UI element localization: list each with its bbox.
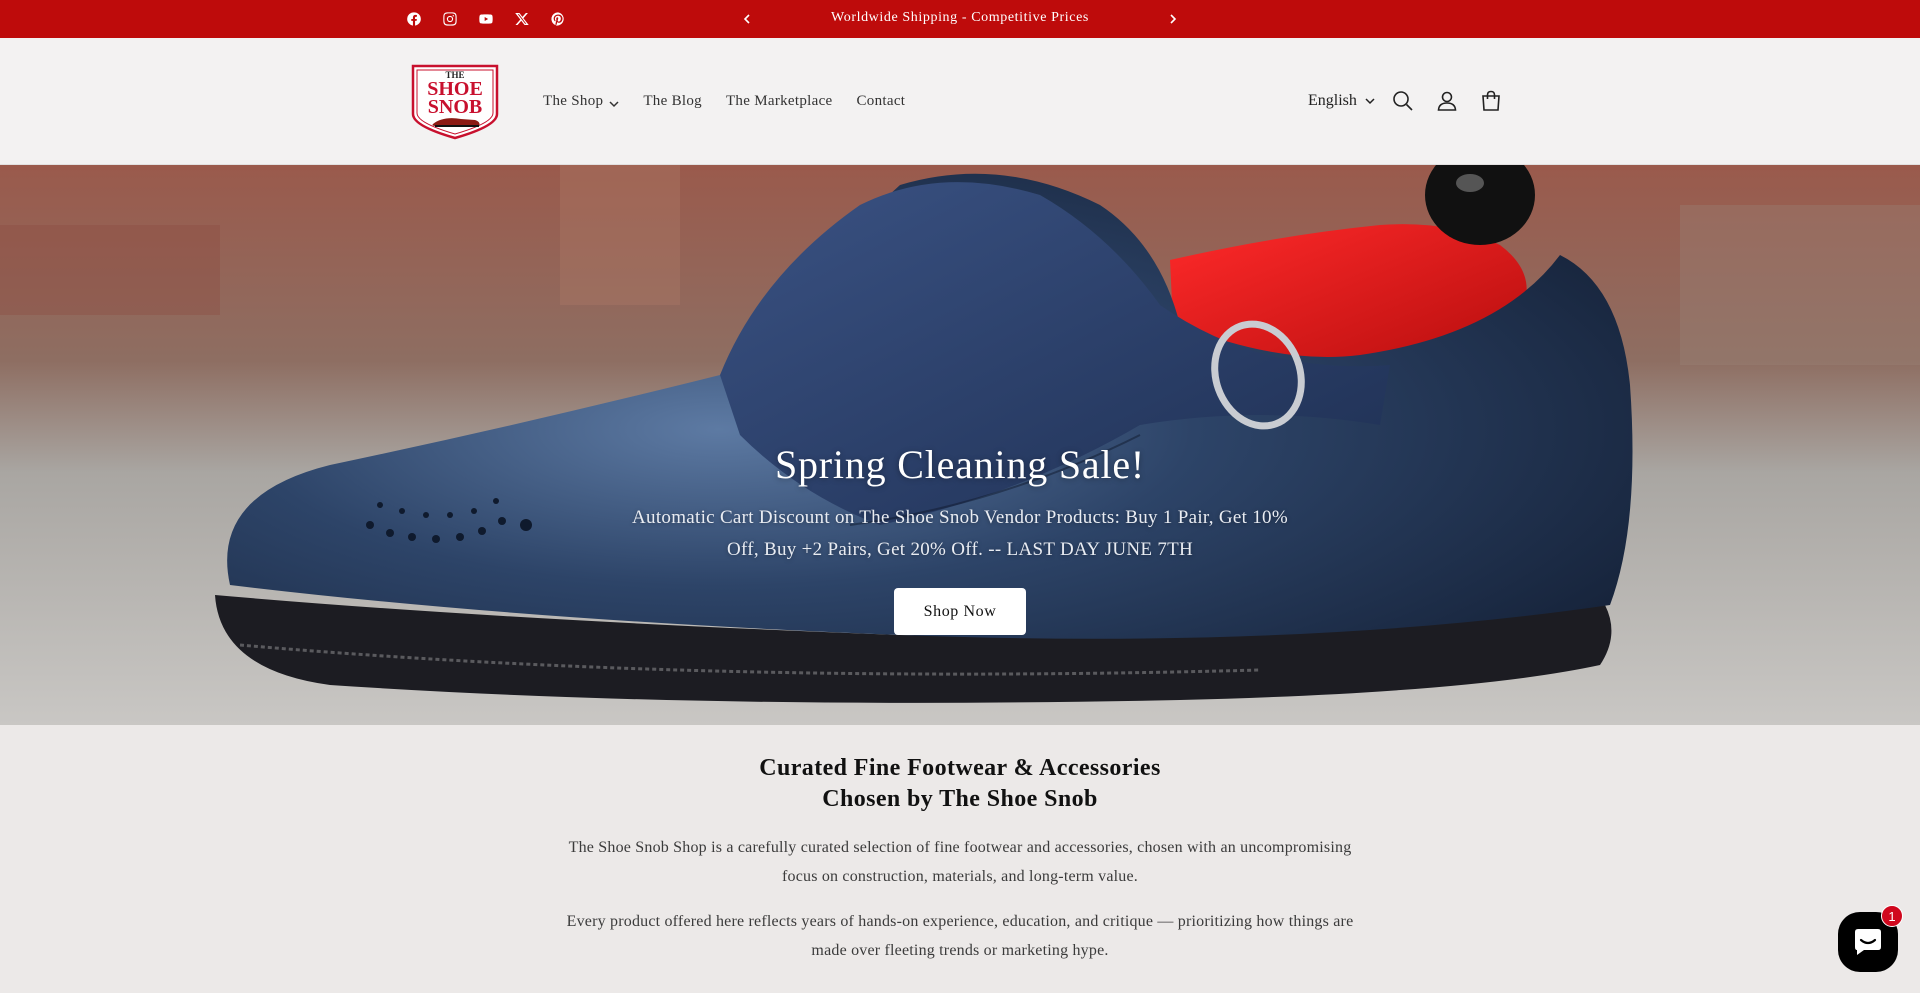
account-button[interactable] (1435, 89, 1461, 115)
logo-text-snob: SNOB (428, 96, 482, 118)
hero-subtitle: Automatic Cart Discount on The Shoe Snob… (632, 507, 1288, 560)
chevron-down-icon (609, 97, 619, 107)
x-icon[interactable] (512, 9, 532, 29)
intro-heading-line2: Chosen by The Shoe Snob (822, 786, 1098, 812)
nav-item-label: The Shop (543, 93, 604, 109)
logo[interactable]: THE SHOE SNOB (409, 62, 501, 142)
search-button[interactable] (1391, 89, 1417, 115)
hero-banner: Spring Cleaning Sale! Automatic Cart Dis… (0, 165, 1920, 725)
youtube-icon[interactable] (476, 9, 496, 29)
site-header: THE SHOE SNOB The Shop The Blog The Mark… (0, 38, 1920, 165)
intro-paragraph-1: The Shoe Snob Shop is a carefully curate… (568, 839, 1352, 885)
announcement-prev-button[interactable] (737, 9, 757, 29)
chat-notification-badge: 1 (1881, 905, 1903, 927)
nav-item-the-marketplace[interactable]: The Marketplace (714, 93, 845, 110)
social-links (404, 0, 568, 38)
language-selector[interactable]: English (1308, 88, 1375, 114)
nav-item-contact[interactable]: Contact (845, 93, 918, 110)
shop-now-button[interactable]: Shop Now (894, 588, 1026, 635)
hero-title: Spring Cleaning Sale! (774, 442, 1146, 487)
chevron-left-icon (743, 14, 750, 24)
pinterest-icon[interactable] (548, 9, 568, 29)
announcement-bar: Worldwide Shipping - Competitive Prices (0, 0, 1920, 38)
hero-content: Spring Cleaning Sale! Automatic Cart Dis… (0, 165, 1920, 725)
announcement-text: Worldwide Shipping - Competitive Prices (831, 10, 1089, 25)
facebook-icon[interactable] (404, 9, 424, 29)
chevron-down-icon (1365, 98, 1375, 105)
account-icon (1437, 91, 1457, 111)
cart-button[interactable] (1479, 89, 1505, 115)
intro-heading-line1: Curated Fine Footwear & Accessories (759, 755, 1161, 781)
search-icon (1393, 91, 1413, 111)
nav-item-the-shop[interactable]: The Shop (531, 93, 631, 110)
announcement-next-button[interactable] (1163, 9, 1183, 29)
language-label: English (1308, 92, 1357, 109)
cart-icon (1482, 90, 1500, 111)
intro-heading: Curated Fine Footwear & Accessories Chos… (0, 753, 1920, 815)
instagram-icon[interactable] (440, 9, 460, 29)
intro-section: Curated Fine Footwear & Accessories Chos… (0, 725, 1920, 993)
nav-item-the-blog[interactable]: The Blog (631, 93, 714, 110)
chat-icon (1855, 929, 1881, 955)
main-nav: The Shop The Blog The Marketplace Contac… (531, 38, 917, 165)
chevron-right-icon (1170, 14, 1177, 24)
intro-paragraph-2: Every product offered here reflects year… (566, 913, 1354, 959)
